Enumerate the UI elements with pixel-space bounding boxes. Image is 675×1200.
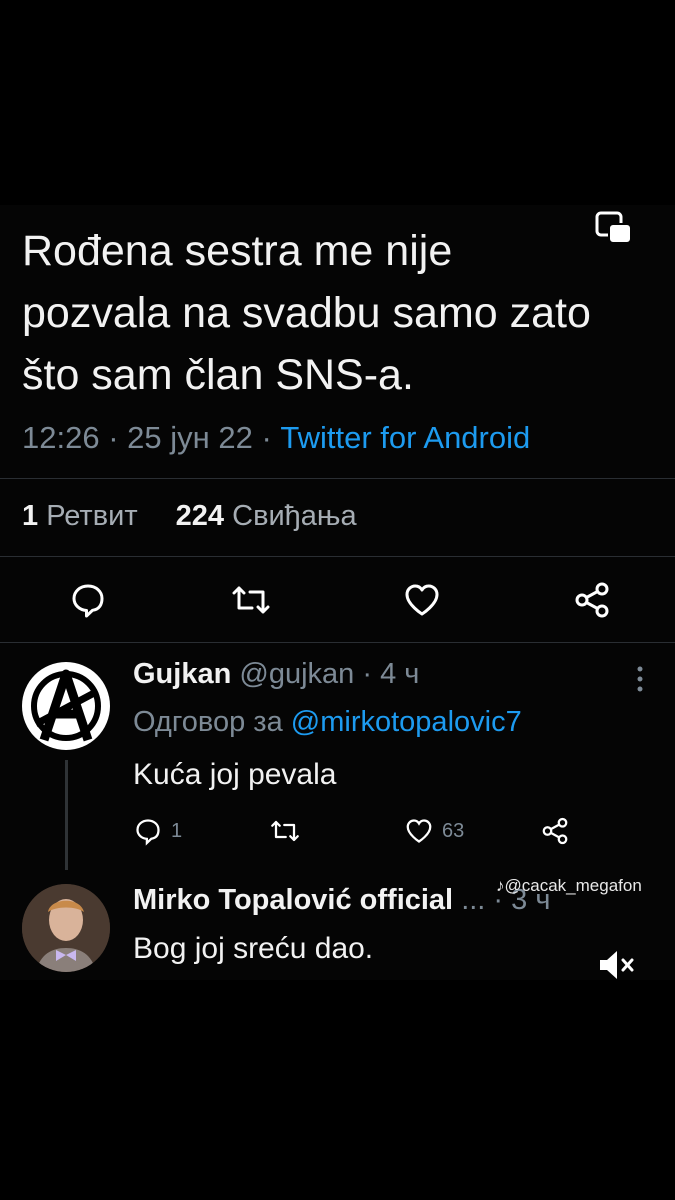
- retweet-count[interactable]: 1: [22, 500, 38, 532]
- like-label[interactable]: Свиђања: [232, 500, 357, 532]
- reply-icon: [136, 819, 160, 846]
- avatar[interactable]: [22, 662, 110, 750]
- retweet-icon[interactable]: [231, 580, 271, 620]
- avatar[interactable]: [22, 884, 110, 972]
- tweet-date: 25 јун 22: [127, 420, 253, 455]
- tweet-stats: 1 Ретвит 224 Свиђања: [22, 500, 357, 533]
- retweet-label[interactable]: Ретвит: [46, 500, 137, 532]
- tweet-meta: 12:26 · 25 јун 22 · Twitter for Android: [22, 420, 531, 455]
- reply-icon[interactable]: [68, 580, 108, 620]
- retweet-action[interactable]: [270, 816, 300, 846]
- heart-icon[interactable]: [402, 580, 442, 620]
- divider: [0, 642, 675, 643]
- share-icon[interactable]: [572, 580, 612, 620]
- replying-to-handle[interactable]: @mirkotopalovic7: [291, 706, 522, 738]
- like-count-reply: 63: [442, 819, 465, 842]
- tweet-source[interactable]: Twitter for Android: [280, 420, 530, 455]
- copy-icon[interactable]: [594, 210, 634, 246]
- share-action[interactable]: [540, 816, 570, 846]
- reply-count: 1: [171, 819, 183, 842]
- replying-to-label: Одговор за: [133, 706, 283, 738]
- thread-line: [65, 760, 68, 870]
- watermark: ♪@cacak_megafon: [496, 876, 642, 896]
- name-ellipsis: ...: [461, 884, 486, 916]
- reply-text: Kuća joj pevala: [133, 758, 337, 791]
- reply-text: Bog joj sreću dao.: [133, 932, 374, 965]
- author-name[interactable]: Mirko Topalović official: [133, 884, 453, 916]
- reply-header: Mirko Topalović official ... · 3 ч: [133, 884, 551, 916]
- reply-action[interactable]: 1: [133, 816, 182, 846]
- author-name[interactable]: Gujkan: [133, 658, 231, 690]
- author-handle[interactable]: @gujkan: [239, 658, 354, 690]
- reply-time: 4 ч: [380, 658, 420, 690]
- watermark-text: @cacak_megafon: [504, 876, 642, 895]
- divider: [0, 478, 675, 479]
- mute-icon[interactable]: [597, 948, 637, 982]
- heart-icon: [406, 819, 432, 843]
- like-count[interactable]: 224: [176, 500, 224, 532]
- tiktok-icon: ♪: [496, 876, 505, 895]
- like-action[interactable]: 63: [404, 816, 464, 846]
- reply-header: Gujkan @gujkan · 4 ч: [133, 658, 420, 690]
- share-icon: [542, 817, 568, 845]
- replying-to: Одговор за @mirkotopalovic7: [133, 706, 522, 739]
- tweet-text: Rođena sestra me nije pozvala na svadbu …: [22, 227, 591, 399]
- tweet-time: 12:26: [22, 420, 100, 455]
- retweet-icon: [271, 820, 299, 842]
- divider: [0, 556, 675, 557]
- more-icon[interactable]: [636, 664, 644, 694]
